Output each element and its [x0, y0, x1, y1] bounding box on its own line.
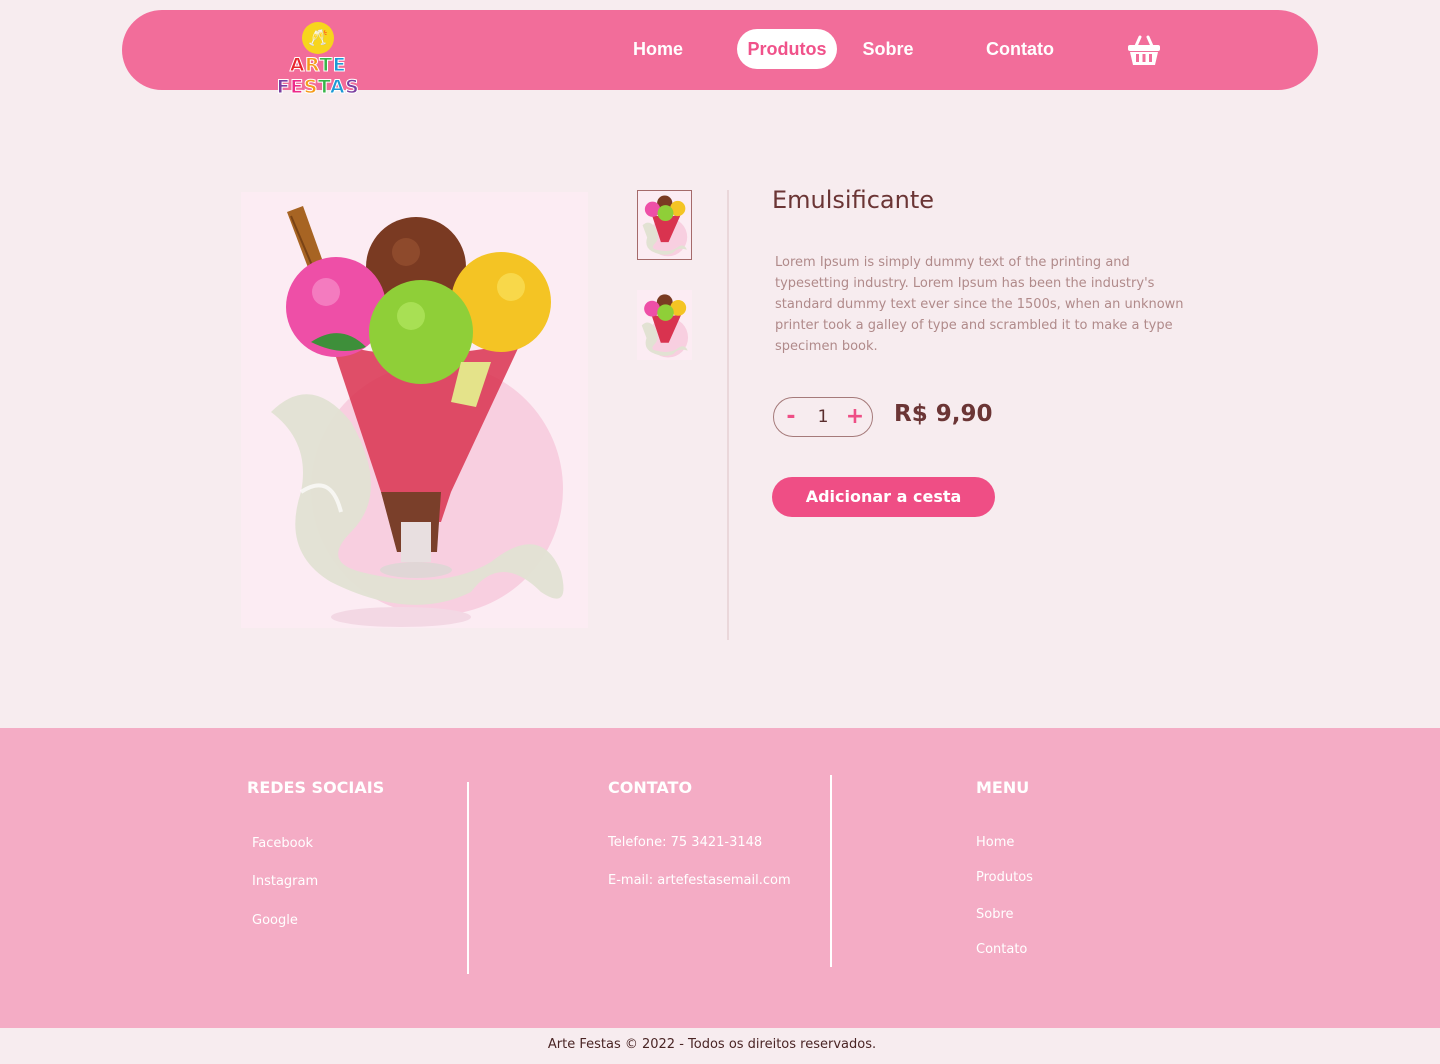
quantity-stepper: - 1 +: [773, 397, 873, 437]
footer-divider-2: [830, 775, 832, 967]
footer-menu-home[interactable]: Home: [976, 835, 1014, 850]
add-to-basket-button[interactable]: Adicionar a cesta: [772, 477, 995, 517]
brand-logo[interactable]: 🥂 ARTE FESTAS: [250, 20, 386, 99]
increase-quantity-button[interactable]: +: [840, 398, 870, 436]
footer-divider-1: [467, 782, 469, 974]
footer-contact-heading: CONTATO: [608, 778, 693, 797]
product-divider: [727, 190, 729, 640]
quantity-value[interactable]: 1: [808, 398, 838, 436]
nav-contato[interactable]: Contato: [976, 29, 1064, 69]
basket-icon[interactable]: [1127, 34, 1161, 66]
nav-home[interactable]: Home: [618, 29, 698, 69]
nav-sobre[interactable]: Sobre: [852, 29, 924, 69]
product-thumbnail-2[interactable]: [637, 290, 692, 360]
product-price: R$ 9,90: [894, 401, 993, 427]
footer-social-heading: REDES SOCIAIS: [247, 778, 385, 797]
footer-menu-contato[interactable]: Contato: [976, 942, 1027, 957]
footer-menu-sobre[interactable]: Sobre: [976, 907, 1014, 922]
product-title: Emulsificante: [772, 186, 934, 214]
top-navbar: 🥂 ARTE FESTAS Home Produtos Sobre Contat…: [122, 10, 1318, 99]
footer: REDES SOCIAIS Facebook Instagram Google …: [0, 728, 1440, 1028]
footer-menu-heading: MENU: [976, 778, 1030, 797]
nav-produtos[interactable]: Produtos: [737, 29, 837, 69]
footer-email[interactable]: E-mail: artefestasemail.com: [608, 873, 791, 888]
product-description: Lorem Ipsum is simply dummy text of the …: [775, 255, 1184, 354]
footer-link-facebook[interactable]: Facebook: [252, 836, 313, 851]
footer-link-google[interactable]: Google: [252, 913, 298, 928]
footer-phone: Telefone: 75 3421-3148: [608, 835, 763, 850]
party-glasses-icon: 🥂: [302, 22, 334, 54]
footer-link-instagram[interactable]: Instagram: [252, 874, 318, 889]
footer-menu-produtos[interactable]: Produtos: [976, 870, 1033, 885]
copyright-bar: Arte Festas © 2022 - Todos os direitos r…: [0, 1028, 1440, 1064]
product-thumbnail-1[interactable]: [637, 190, 692, 260]
logo-wordmark: ARTE FESTAS: [276, 54, 360, 99]
decrease-quantity-button[interactable]: -: [776, 398, 806, 436]
product-main-image: [241, 192, 588, 628]
copyright-text: Arte Festas © 2022 - Todos os direitos r…: [547, 1037, 877, 1052]
